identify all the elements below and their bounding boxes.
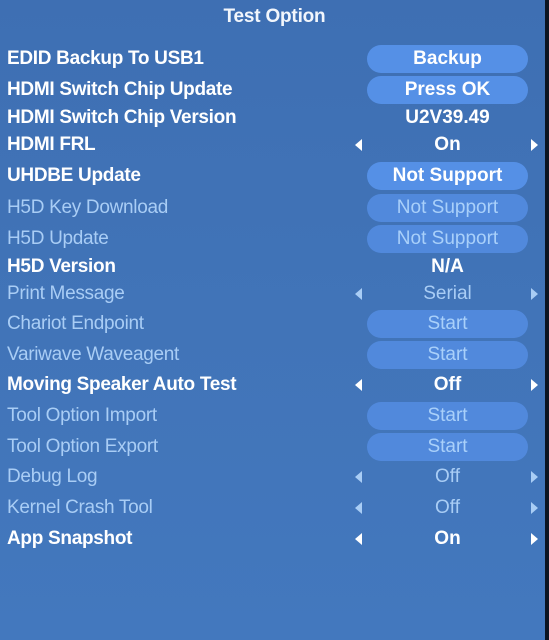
option-row-hdmi-frl[interactable]: HDMI FRL On (0, 130, 545, 160)
chevron-left-icon[interactable] (355, 379, 362, 391)
chevron-left-icon[interactable] (355, 139, 362, 151)
option-row-h5d-update[interactable]: H5D Update Not Support (0, 224, 545, 254)
hdmi-switch-chip-version-value: U2V39.49 (405, 107, 490, 128)
option-row-h5d-version[interactable]: H5D Version N/A (0, 252, 545, 282)
variwave-waveagent-button[interactable]: Start (367, 341, 528, 369)
option-row-uhdbe-update[interactable]: UHDBE Update Not Support (0, 161, 545, 191)
tool-option-export-button[interactable]: Start (367, 433, 528, 461)
option-label: Moving Speaker Auto Test (7, 374, 237, 395)
chevron-right-icon[interactable] (531, 471, 538, 483)
option-row-chariot-endpoint[interactable]: Chariot Endpoint Start (0, 309, 545, 339)
edid-backup-to-usb1-button[interactable]: Backup (367, 45, 528, 73)
chevron-right-icon[interactable] (531, 502, 538, 514)
print-message-value[interactable]: Serial (367, 279, 528, 309)
kernel-crash-tool-value[interactable]: Off (367, 493, 528, 523)
chevron-right-icon[interactable] (531, 139, 538, 151)
option-label: App Snapshot (7, 528, 133, 549)
option-label: Kernel Crash Tool (7, 497, 153, 518)
option-row-moving-speaker-auto-test[interactable]: Moving Speaker Auto Test Off (0, 370, 545, 400)
chevron-right-icon[interactable] (531, 288, 538, 300)
option-label: H5D Update (7, 228, 109, 249)
option-row-variwave-waveagent[interactable]: Variwave Waveagent Start (0, 340, 545, 370)
option-row-app-snapshot[interactable]: App Snapshot On (0, 524, 545, 554)
option-row-tool-option-export[interactable]: Tool Option Export Start (0, 432, 545, 462)
option-label: UHDBE Update (7, 165, 141, 186)
option-label: Tool Option Export (7, 436, 158, 457)
app-snapshot-value[interactable]: On (367, 524, 528, 554)
option-label: Debug Log (7, 466, 98, 487)
chevron-left-icon[interactable] (355, 502, 362, 514)
h5d-update-button[interactable]: Not Support (367, 225, 528, 253)
h5d-version-value: N/A (431, 256, 464, 277)
chariot-endpoint-button[interactable]: Start (367, 310, 528, 338)
uhdbe-update-button[interactable]: Not Support (367, 162, 528, 190)
option-row-debug-log[interactable]: Debug Log Off (0, 462, 545, 492)
option-label: HDMI Switch Chip Update (7, 79, 233, 100)
option-row-tool-option-import[interactable]: Tool Option Import Start (0, 401, 545, 431)
option-label: HDMI FRL (7, 134, 96, 155)
option-row-h5d-key-download[interactable]: H5D Key Download Not Support (0, 193, 545, 223)
option-label: Variwave Waveagent (7, 344, 180, 365)
chevron-left-icon[interactable] (355, 288, 362, 300)
h5d-key-download-button[interactable]: Not Support (367, 194, 528, 222)
option-row-edid-backup-to-usb1[interactable]: EDID Backup To USB1 Backup (0, 44, 545, 74)
test-option-panel: Test Option EDID Backup To USB1 Backup HDM… (0, 0, 545, 640)
option-label: Tool Option Import (7, 405, 157, 426)
option-label: Chariot Endpoint (7, 313, 144, 334)
option-row-print-message[interactable]: Print Message Serial (0, 279, 545, 309)
option-label: H5D Version (7, 256, 116, 277)
chevron-left-icon[interactable] (355, 471, 362, 483)
option-row-kernel-crash-tool[interactable]: Kernel Crash Tool Off (0, 493, 545, 523)
hdmi-frl-value[interactable]: On (367, 130, 528, 160)
option-label: EDID Backup To USB1 (7, 48, 204, 69)
chevron-left-icon[interactable] (355, 533, 362, 545)
chevron-right-icon[interactable] (531, 533, 538, 545)
option-label: Print Message (7, 283, 125, 304)
option-row-hdmi-switch-chip-version[interactable]: HDMI Switch Chip Version U2V39.49 (0, 103, 545, 133)
option-label: H5D Key Download (7, 197, 169, 218)
option-row-hdmi-switch-chip-update[interactable]: HDMI Switch Chip Update Press OK (0, 75, 545, 105)
option-label: HDMI Switch Chip Version (7, 107, 237, 128)
tool-option-import-button[interactable]: Start (367, 402, 528, 430)
page-title: Test Option (223, 6, 326, 27)
moving-speaker-auto-test-value[interactable]: Off (367, 370, 528, 400)
debug-log-value[interactable]: Off (367, 462, 528, 492)
hdmi-switch-chip-update-button[interactable]: Press OK (367, 76, 528, 104)
chevron-right-icon[interactable] (531, 379, 538, 391)
